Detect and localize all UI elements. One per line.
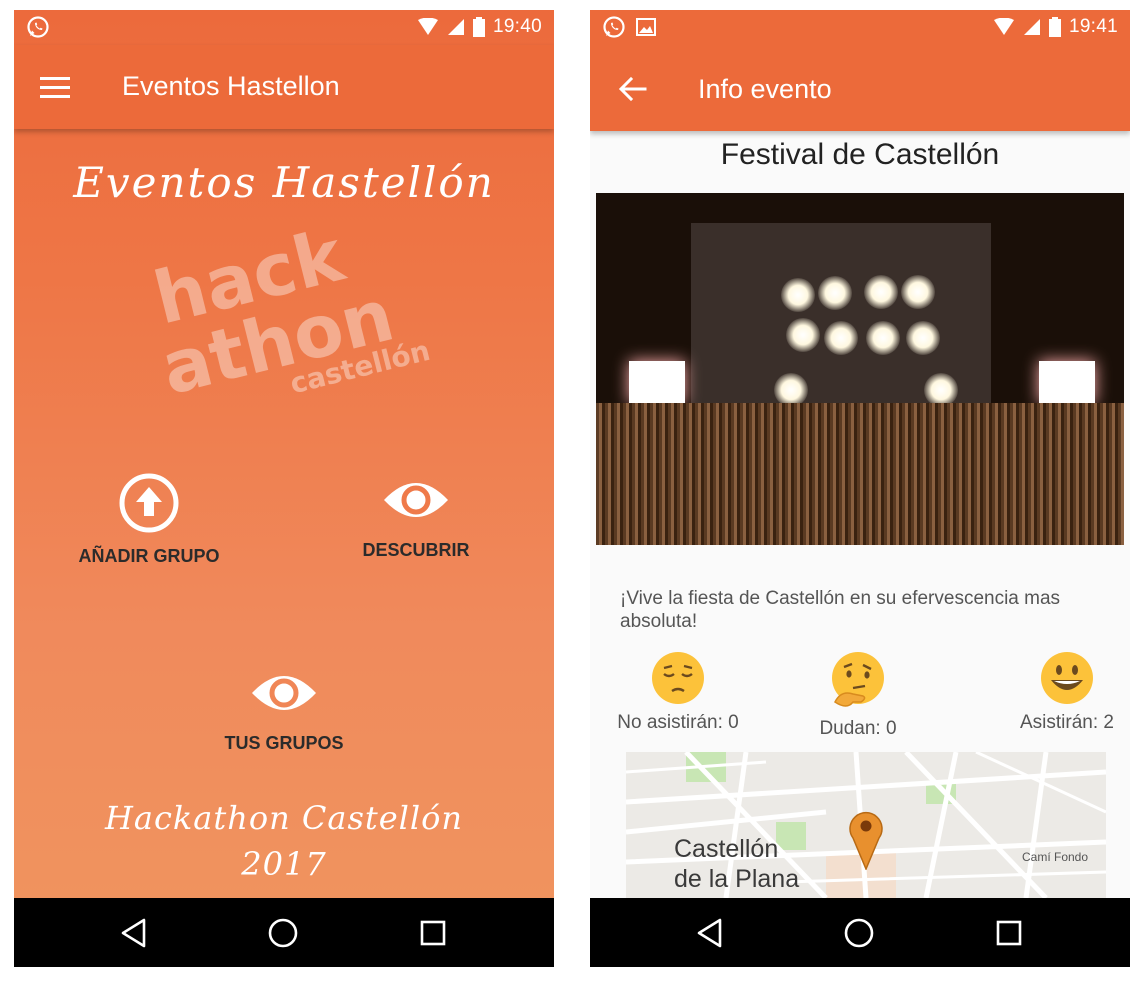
back-nav-icon[interactable] bbox=[694, 916, 728, 950]
home-background bbox=[14, 10, 554, 898]
event-title: Festival de Castellón bbox=[720, 138, 1000, 171]
maybe-count: Dudan: 0 bbox=[819, 718, 897, 739]
not-attending-count: No asistirán: 0 bbox=[617, 712, 739, 733]
recents-nav-icon[interactable] bbox=[992, 916, 1026, 950]
app-bar: 19:41 Info evento bbox=[590, 10, 1130, 131]
wifi-icon bbox=[417, 18, 438, 35]
back-nav-icon[interactable] bbox=[118, 916, 152, 950]
battery-icon bbox=[472, 17, 485, 37]
hero-title: Eventos Hastellón bbox=[73, 158, 495, 207]
map-street-label: Camí Fondo bbox=[1022, 850, 1089, 864]
your-groups-button[interactable]: TUS GRUPOS bbox=[204, 665, 364, 754]
signal-icon bbox=[447, 19, 464, 35]
app-title: Eventos Hastellon bbox=[122, 71, 340, 101]
footer-text: Hackathon Castellón 2017 bbox=[14, 795, 554, 887]
add-group-label: AÑADIR GRUPO bbox=[78, 546, 220, 566]
discover-label: DESCUBRIR bbox=[362, 540, 470, 560]
map-marker-icon[interactable] bbox=[848, 808, 884, 870]
navigation-bar bbox=[590, 898, 1130, 967]
home-nav-icon[interactable] bbox=[266, 916, 300, 950]
event-description: ¡Vive la fiesta de Castellón en su eferv… bbox=[620, 588, 1061, 632]
pensive-face-icon bbox=[652, 652, 704, 704]
home-nav-icon[interactable] bbox=[842, 916, 876, 950]
whatsapp-icon bbox=[603, 16, 625, 38]
add-group-button[interactable]: AÑADIR GRUPO bbox=[64, 472, 234, 567]
status-time: 19:41 bbox=[1068, 16, 1118, 37]
smiley-face-icon bbox=[1041, 652, 1093, 704]
your-groups-label: TUS GRUPOS bbox=[224, 733, 344, 753]
status-bar: 19:40 bbox=[14, 10, 554, 45]
menu-icon[interactable] bbox=[40, 77, 70, 99]
eye-icon bbox=[384, 483, 448, 517]
image-notification-icon bbox=[636, 18, 656, 36]
home-screen: 19:40 Eventos Hastellon Eventos Hastelló… bbox=[14, 10, 554, 967]
map-city-line-1: Castellón bbox=[674, 835, 779, 863]
signal-icon bbox=[1023, 19, 1040, 35]
recents-nav-icon[interactable] bbox=[416, 916, 450, 950]
map-city-line-2: de la Plana bbox=[674, 865, 800, 893]
whatsapp-icon bbox=[27, 16, 49, 38]
thinking-face-icon bbox=[832, 652, 884, 707]
reaction-not-attending[interactable]: No asistirán: 0 bbox=[608, 650, 748, 734]
map-city-label: Castellón de la Plana bbox=[674, 834, 799, 894]
back-arrow-icon[interactable] bbox=[618, 74, 648, 104]
attending-count: Asistirán: 2 bbox=[1020, 712, 1114, 733]
footer-line-1: Hackathon Castellón bbox=[104, 799, 463, 837]
footer-line-2: 2017 bbox=[241, 845, 327, 883]
wifi-icon bbox=[993, 18, 1014, 35]
reaction-maybe[interactable]: Dudan: 0 bbox=[793, 650, 923, 740]
reaction-attending[interactable]: Asistirán: 2 bbox=[1000, 650, 1130, 734]
status-time: 19:40 bbox=[492, 16, 542, 37]
app-bar: Eventos Hastellon bbox=[14, 45, 554, 129]
event-map[interactable]: Castellón de la Plana Camí Fondo bbox=[626, 752, 1106, 898]
battery-icon bbox=[1048, 17, 1061, 37]
event-image-carousel[interactable] bbox=[596, 193, 1124, 545]
discover-button[interactable]: DESCUBRIR bbox=[336, 472, 496, 561]
status-bar: 19:41 bbox=[590, 10, 1130, 45]
eye-icon bbox=[252, 676, 316, 710]
app-title: Info evento bbox=[698, 74, 832, 104]
upload-icon bbox=[119, 473, 179, 533]
navigation-bar bbox=[14, 898, 554, 967]
crowd-photo bbox=[596, 403, 1124, 545]
event-info-screen: 19:41 Info evento Festival de Castellón … bbox=[590, 10, 1130, 967]
